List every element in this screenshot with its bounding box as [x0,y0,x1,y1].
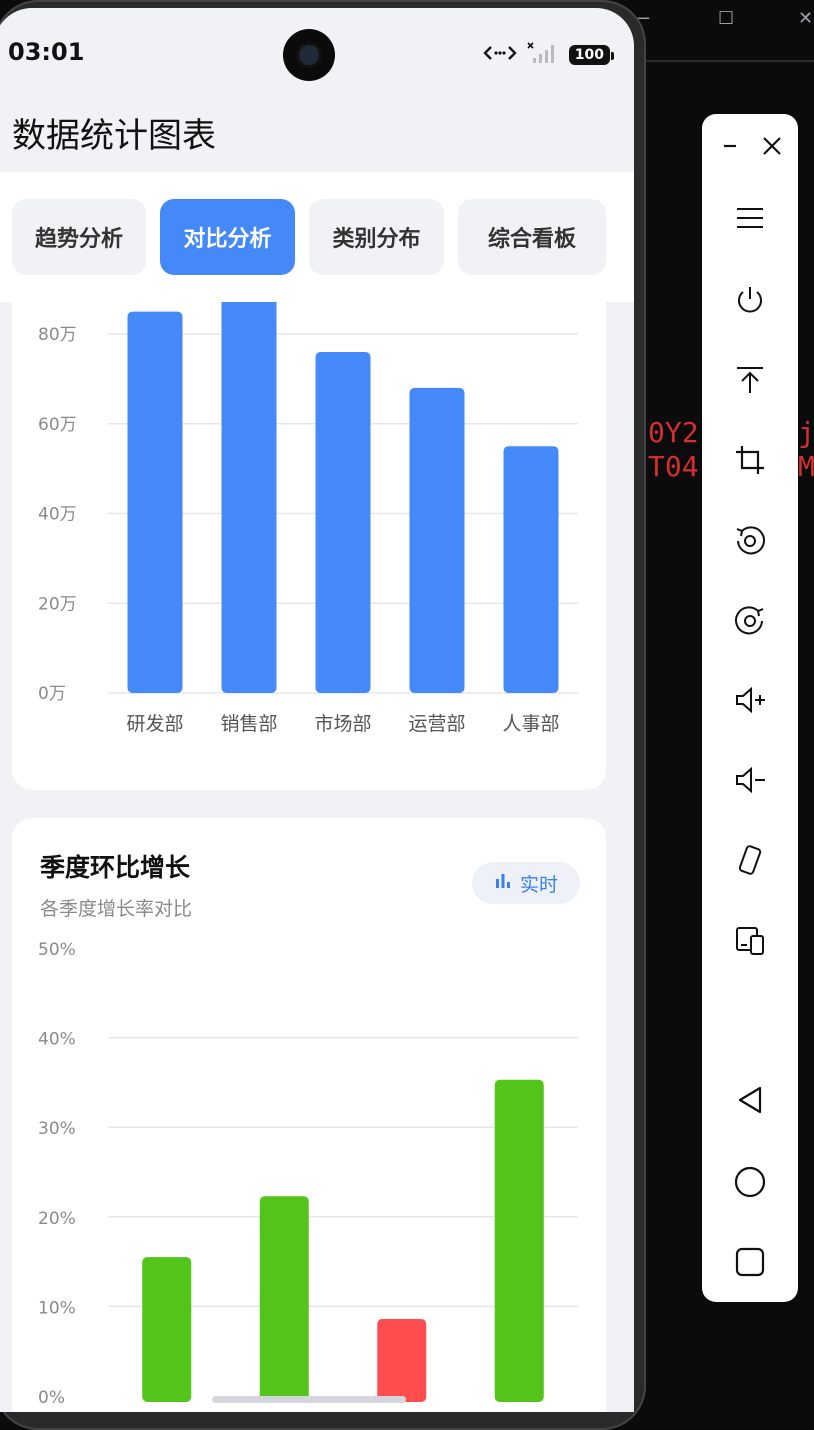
menu-icon[interactable] [726,194,774,242]
y-tick-label: 0% [38,1388,65,1408]
status-icons: 100 [483,42,615,68]
terminal-text: T04 [648,450,699,483]
bar[interactable] [221,296,277,693]
data-transfer-icon [483,43,517,67]
bar[interactable] [142,1257,192,1402]
bar[interactable] [315,351,371,693]
recents-icon[interactable] [726,1238,774,1286]
window-divider [640,60,814,62]
emulator-toolbar [702,114,798,1302]
y-tick-label: 0万 [38,684,66,704]
window-close-icon[interactable]: ✕ [798,8,813,29]
rotate-left-icon[interactable] [726,516,774,564]
department-bar-chart: 0万 20万 40万 60万 80万研发部 销售部 市场部 运营部 人事部 [38,296,578,735]
y-tick-label: 80万 [38,325,77,345]
bar[interactable] [127,311,183,693]
power-icon[interactable] [726,276,774,324]
battery-indicator: 100 [568,45,615,65]
volume-down-icon[interactable] [726,756,774,804]
y-tick-label: 50% [38,940,76,960]
page-title: 数据统计图表 [12,116,216,156]
tab-bar: 趋势分析 对比分析 类别分布 综合看板 [0,172,634,302]
x-tick-label: 市场部 [314,713,371,735]
home-indicator[interactable] [212,1396,406,1403]
window-maximize-icon[interactable]: ☐ [718,8,734,29]
bar[interactable] [377,1318,427,1402]
bar[interactable] [409,387,465,693]
rotate-right-icon[interactable] [726,596,774,644]
y-tick-label: 40万 [38,505,77,525]
bar[interactable] [259,1196,309,1402]
status-time: 03:01 [8,38,85,66]
terminal-text: M [798,450,814,483]
y-tick-label: 30% [38,1119,76,1139]
x-tick-label: 人事部 [502,713,559,735]
device-icon[interactable] [726,916,774,964]
x-tick-label: 销售部 [220,713,277,735]
quarterly-growth-card: 季度环比增长 各季度增长率对比 实时 0% 10% 20% 30% 40% 50% [12,818,606,1412]
x-tick-label: 运营部 [408,713,465,735]
y-tick-label: 60万 [38,415,77,435]
shake-icon[interactable] [726,836,774,884]
tab-compare[interactable]: 对比分析 [160,199,295,275]
tab-dashboard[interactable]: 综合看板 [458,199,606,275]
minimize-icon[interactable] [706,122,754,170]
department-chart-card: 0万 20万 40万 60万 80万研发部 销售部 市场部 运营部 人事部 [12,288,606,790]
y-tick-label: 20万 [38,594,77,614]
back-icon[interactable] [726,1076,774,1124]
tab-category[interactable]: 类别分布 [309,199,444,275]
terminal-text: j [798,416,814,449]
crop-icon[interactable] [726,436,774,484]
upload-icon[interactable] [726,356,774,404]
close-icon[interactable] [748,122,796,170]
home-icon[interactable] [726,1158,774,1206]
terminal-text: 0Y2 [648,416,699,449]
y-tick-label: 10% [38,1298,76,1318]
bar[interactable] [494,1079,544,1402]
y-tick-label: 20% [38,1209,76,1229]
phone-frame: 03:01 100 数据统计图表 0万 20万 40万 60万 80万研发部 销售部 市场部… [0,0,646,1430]
x-tick-label: 研发部 [126,713,183,735]
y-tick-label: 40% [38,1030,76,1050]
signal-icon [527,42,559,68]
volume-up-icon[interactable] [726,676,774,724]
front-camera [283,29,335,81]
quarterly-bar-chart: 0% 10% 20% 30% 40% 50% [38,940,578,1408]
status-bar: 03:01 100 [0,8,634,103]
bar[interactable] [503,446,559,693]
tab-trend[interactable]: 趋势分析 [12,199,146,275]
phone-screen: 03:01 100 数据统计图表 0万 20万 40万 60万 80万研发部 销售部 市场部… [0,8,634,1412]
